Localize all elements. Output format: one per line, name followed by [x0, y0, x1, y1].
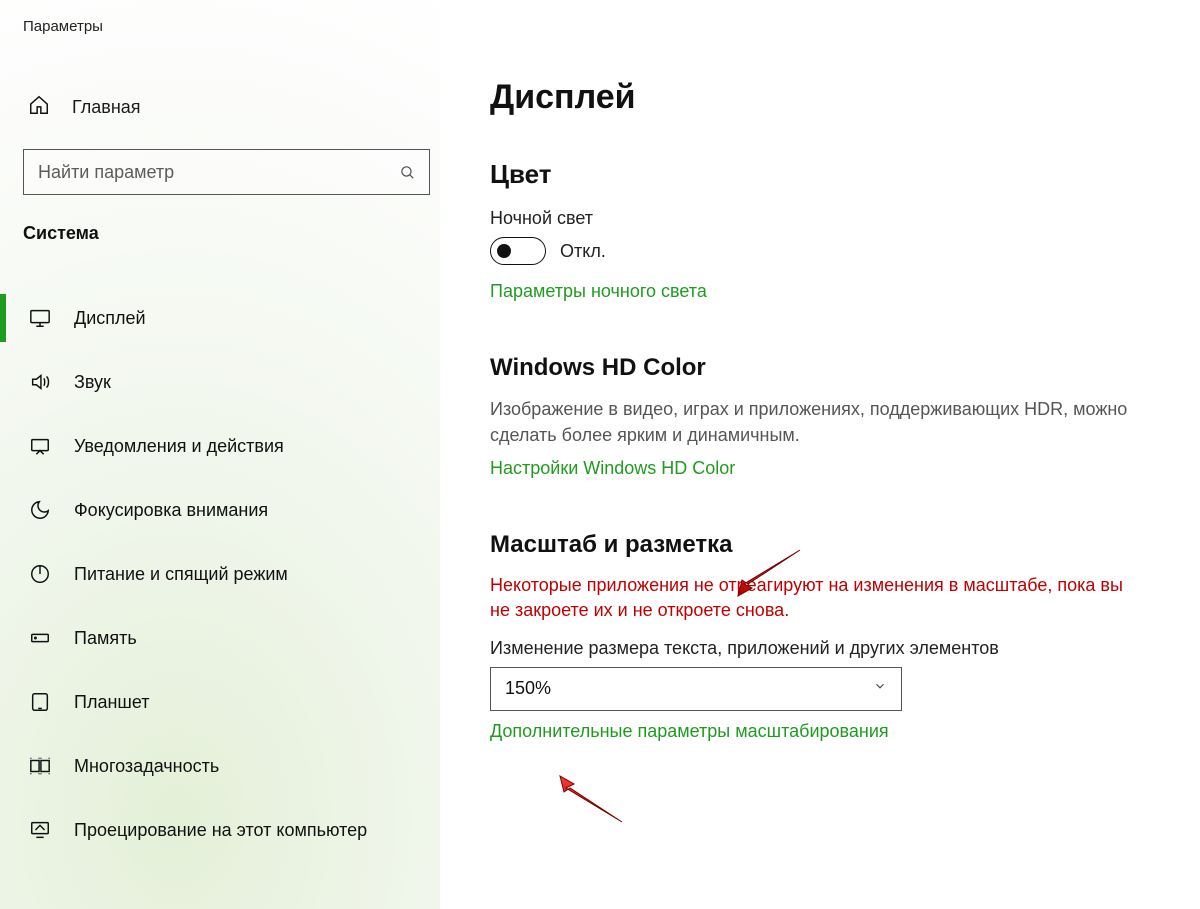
search-input[interactable]	[24, 162, 385, 183]
hd-color-settings-link[interactable]: Настройки Windows HD Color	[490, 458, 1150, 479]
notifications-icon	[28, 434, 52, 458]
chevron-down-icon	[873, 679, 887, 698]
annotation-arrow-icon	[556, 774, 626, 826]
scale-dropdown[interactable]: 150%	[490, 667, 902, 711]
sidebar-item-focus[interactable]: Фокусировка внимания	[0, 478, 440, 542]
sidebar-item-label: Многозадачность	[74, 756, 219, 777]
toggle-knob	[497, 244, 511, 258]
sidebar-item-projecting[interactable]: Проецирование на этот компьютер	[0, 798, 440, 862]
sidebar-item-label: Звук	[74, 372, 111, 393]
advanced-scaling-link[interactable]: Дополнительные параметры масштабирования	[490, 721, 1150, 742]
night-light-toggle-row: Откл.	[490, 237, 1150, 265]
projecting-icon	[28, 818, 52, 842]
scale-warning-text: Некоторые приложения не отреагируют на и…	[490, 573, 1130, 623]
search-icon	[385, 150, 429, 194]
color-section-heading: Цвет	[490, 159, 1150, 190]
home-label: Главная	[72, 97, 141, 118]
power-icon	[28, 562, 52, 586]
sidebar-item-power[interactable]: Питание и спящий режим	[0, 542, 440, 606]
sidebar-item-multitask[interactable]: Многозадачность	[0, 734, 440, 798]
toggle-state-label: Откл.	[560, 241, 606, 262]
content-area: Дисплей Цвет Ночной свет Откл. Параметры…	[440, 0, 1200, 909]
night-light-settings-link[interactable]: Параметры ночного света	[490, 281, 1150, 302]
sidebar-category-label: Система	[0, 223, 440, 244]
sidebar-item-storage[interactable]: Память	[0, 606, 440, 670]
multitask-icon	[28, 754, 52, 778]
home-icon	[28, 94, 50, 121]
hd-color-description: Изображение в видео, играх и приложениях…	[490, 396, 1130, 448]
sidebar-item-label: Проецирование на этот компьютер	[74, 820, 367, 841]
resize-label: Изменение размера текста, приложений и д…	[490, 638, 1150, 659]
sidebar-item-display[interactable]: Дисплей	[0, 286, 440, 350]
search-box[interactable]	[23, 149, 430, 195]
sidebar-item-label: Фокусировка внимания	[74, 500, 268, 521]
sidebar-item-label: Дисплей	[74, 308, 146, 329]
night-light-label: Ночной свет	[490, 208, 1150, 229]
page-title: Дисплей	[490, 78, 1150, 117]
window-title: Параметры	[0, 18, 440, 35]
night-light-toggle[interactable]	[490, 237, 546, 265]
home-button[interactable]: Главная	[0, 83, 440, 131]
focus-icon	[28, 498, 52, 522]
scale-dropdown-value: 150%	[505, 678, 551, 699]
sidebar: Параметры Главная Система Дисплей Звук У…	[0, 0, 440, 909]
display-icon	[28, 306, 52, 330]
sidebar-item-tablet[interactable]: Планшет	[0, 670, 440, 734]
sidebar-item-label: Уведомления и действия	[74, 436, 284, 457]
hd-color-heading: Windows HD Color	[490, 354, 1150, 382]
sidebar-item-label: Питание и спящий режим	[74, 564, 288, 585]
sound-icon	[28, 370, 52, 394]
sidebar-item-label: Память	[74, 628, 137, 649]
tablet-icon	[28, 690, 52, 714]
sidebar-item-notifications[interactable]: Уведомления и действия	[0, 414, 440, 478]
storage-icon	[28, 626, 52, 650]
sidebar-item-label: Планшет	[74, 692, 150, 713]
sidebar-item-sound[interactable]: Звук	[0, 350, 440, 414]
scale-section-heading: Масштаб и разметка	[490, 531, 1150, 559]
